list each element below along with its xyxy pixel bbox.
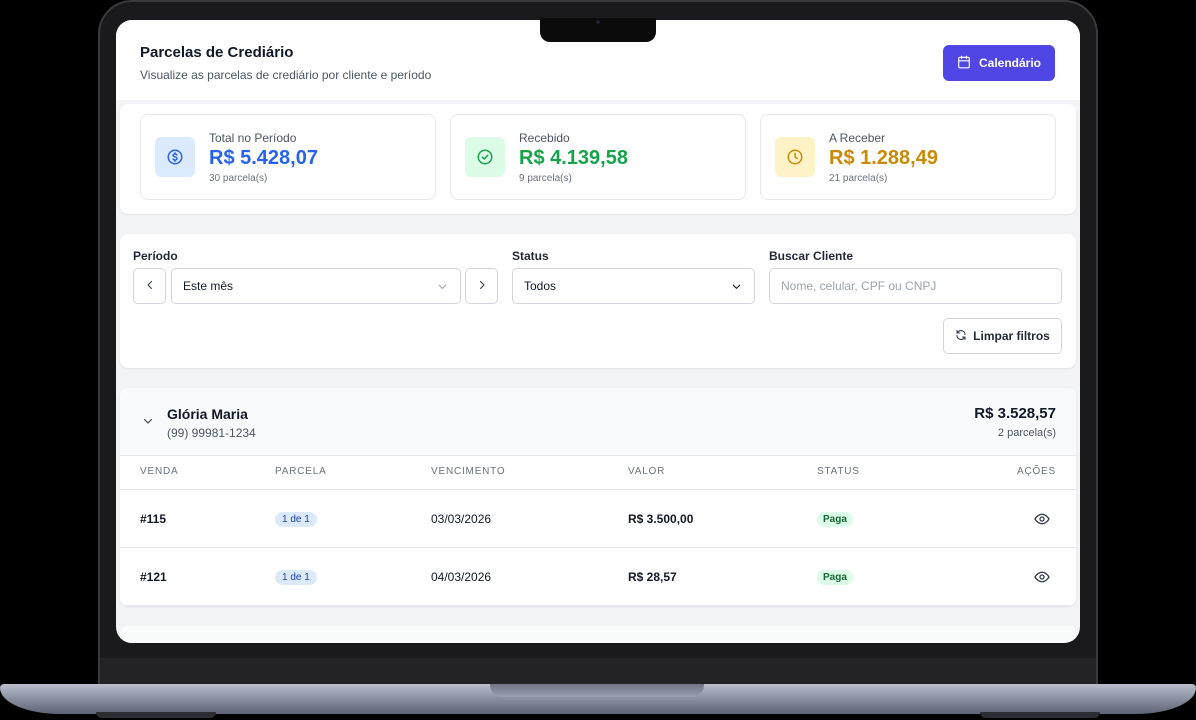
period-value: Este mês bbox=[183, 279, 234, 293]
status-select[interactable]: Todos bbox=[512, 268, 755, 304]
chevron-down-icon[interactable] bbox=[142, 414, 154, 432]
table-row: #121 1 de 1 04/03/2026 R$ 28,57 Paga bbox=[120, 548, 1076, 606]
stat-card-receivable: A Receber R$ 1.288,49 21 parcela(s) bbox=[760, 114, 1056, 200]
dollar-icon bbox=[155, 137, 195, 177]
client-group-header[interactable]: Glória Maria (99) 99981-1234 R$ 3.528,57… bbox=[120, 388, 1076, 456]
column-header-status: STATUS bbox=[817, 466, 860, 477]
clear-filters-label: Limpar filtros bbox=[973, 329, 1050, 343]
due-date: 04/03/2026 bbox=[431, 570, 492, 584]
client-total: R$ 3.528,57 bbox=[974, 405, 1056, 422]
stat-card-total: Total no Período R$ 5.428,07 30 parcela(… bbox=[140, 114, 436, 200]
laptop-hinge-notch bbox=[490, 684, 704, 697]
column-header-valor: VALOR bbox=[628, 466, 666, 477]
calendar-icon bbox=[957, 55, 971, 72]
clear-filters-button[interactable]: Limpar filtros bbox=[943, 318, 1062, 354]
refresh-icon bbox=[955, 329, 967, 344]
stat-value: R$ 4.139,58 bbox=[519, 147, 628, 169]
status-label: Status bbox=[512, 249, 549, 263]
calendar-button[interactable]: Calendário bbox=[943, 45, 1055, 81]
client-name: Glória Maria bbox=[167, 406, 248, 422]
laptop-bezel bbox=[100, 658, 1096, 686]
client-installment-count: 2 parcela(s) bbox=[997, 427, 1056, 439]
filters-panel: Período Este mês Status Todos Buscar Cli… bbox=[120, 234, 1076, 368]
table-row: #115 1 de 1 03/03/2026 R$ 3.500,00 Paga bbox=[120, 490, 1076, 548]
column-header-vencimento: VENCIMENTO bbox=[431, 466, 506, 477]
stat-card-received: Recebido R$ 4.139,58 9 parcela(s) bbox=[450, 114, 746, 200]
amount: R$ 28,57 bbox=[628, 570, 677, 584]
stat-value: R$ 1.288,49 bbox=[829, 147, 938, 169]
sale-id: #115 bbox=[140, 512, 167, 526]
status-value: Todos bbox=[524, 279, 557, 293]
next-group-edge bbox=[120, 626, 1076, 643]
laptop-foot bbox=[96, 712, 216, 718]
period-select[interactable]: Este mês bbox=[171, 268, 461, 304]
client-group: Glória Maria (99) 99981-1234 R$ 3.528,57… bbox=[120, 388, 1076, 606]
view-eye-icon[interactable] bbox=[1034, 511, 1050, 532]
stat-label: A Receber bbox=[829, 131, 886, 145]
column-header-parcela: PARCELA bbox=[275, 466, 327, 477]
chevron-left-icon bbox=[144, 279, 156, 294]
search-label: Buscar Cliente bbox=[769, 249, 854, 263]
clock-icon bbox=[775, 137, 815, 177]
sale-id: #121 bbox=[140, 570, 167, 584]
stat-count: 30 parcela(s) bbox=[209, 173, 268, 184]
page-title: Parcelas de Crediário bbox=[140, 44, 294, 61]
period-label: Período bbox=[133, 249, 178, 263]
laptop-foot bbox=[980, 712, 1100, 718]
page-subtitle: Visualize as parcelas de crediário por c… bbox=[140, 68, 432, 82]
chevron-right-icon bbox=[476, 279, 488, 294]
period-next-button[interactable] bbox=[465, 268, 498, 304]
stat-label: Recebido bbox=[519, 131, 570, 145]
stat-label: Total no Período bbox=[209, 131, 297, 145]
stat-value: R$ 5.428,07 bbox=[209, 147, 318, 169]
search-input[interactable]: Nome, celular, CPF ou CNPJ bbox=[769, 268, 1062, 304]
chevron-down-icon bbox=[437, 281, 448, 295]
due-date: 03/03/2026 bbox=[431, 512, 492, 526]
installment-badge: 1 de 1 bbox=[275, 570, 317, 585]
amount: R$ 3.500,00 bbox=[628, 512, 694, 526]
calendar-button-label: Calendário bbox=[978, 56, 1041, 70]
status-badge: Paga bbox=[817, 570, 853, 585]
status-badge: Paga bbox=[817, 512, 853, 527]
installment-badge: 1 de 1 bbox=[275, 512, 317, 527]
check-circle-icon bbox=[465, 137, 505, 177]
stat-count: 21 parcela(s) bbox=[829, 173, 888, 184]
summary-panel: Total no Período R$ 5.428,07 30 parcela(… bbox=[120, 104, 1076, 214]
camera-icon bbox=[596, 20, 600, 24]
view-eye-icon[interactable] bbox=[1034, 569, 1050, 590]
search-placeholder: Nome, celular, CPF ou CNPJ bbox=[781, 279, 937, 293]
chevron-down-icon bbox=[731, 281, 742, 295]
client-phone: (99) 99981-1234 bbox=[167, 426, 256, 440]
column-header-venda: VENDA bbox=[140, 466, 179, 477]
period-prev-button[interactable] bbox=[133, 268, 166, 304]
screen: Parcelas de Crediário Visualize as parce… bbox=[116, 20, 1080, 643]
stat-count: 9 parcela(s) bbox=[519, 173, 572, 184]
column-header-acoes: AÇÕES bbox=[1016, 466, 1056, 477]
camera-notch bbox=[540, 18, 656, 42]
